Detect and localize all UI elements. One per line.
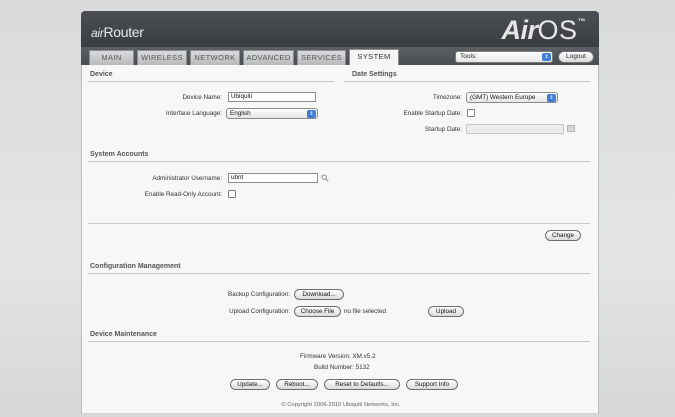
magnifier-icon[interactable] <box>321 174 329 182</box>
device-name-label: Device Name: <box>182 94 222 101</box>
support-info-button[interactable]: Support Info <box>406 379 458 390</box>
main-content: Device Date Settings Device Name: Ubiqui… <box>81 65 599 413</box>
reboot-button[interactable]: Reboot... <box>276 379 318 390</box>
copyright-footer: © Copyright 2006-2010 Ubiquiti Networks,… <box>281 402 401 408</box>
firmware-version-text: Firmware Version: XM.v5.2 <box>300 353 376 360</box>
brand-name: airRouter <box>91 24 144 40</box>
startup-date-label: Startup Date: <box>424 126 462 133</box>
enable-readonly-label: Enable Read-Only Account: <box>144 191 222 198</box>
update-button[interactable]: Update... <box>230 379 270 390</box>
tab-main[interactable]: MAIN <box>89 50 134 65</box>
upload-button[interactable]: Upload <box>428 306 464 317</box>
divider <box>88 223 590 224</box>
config-management-section-title: Configuration Management <box>90 263 181 270</box>
device-maintenance-section-title: Device Maintenance <box>90 331 157 338</box>
enable-startup-date-checkbox[interactable] <box>467 109 475 117</box>
logout-button[interactable]: Logout <box>558 51 594 63</box>
brand-air: air <box>91 26 104 40</box>
chevron-updown-icon: ⇕ <box>307 110 316 118</box>
choose-file-button[interactable]: Choose File <box>294 306 341 317</box>
tab-advanced[interactable]: ADVANCED <box>243 50 294 65</box>
logo-air: Air <box>501 15 538 45</box>
tab-wireless[interactable]: WIRELESS <box>137 50 187 65</box>
divider <box>344 81 590 82</box>
timezone-label: Timezone: <box>432 94 462 101</box>
no-file-selected-text: no file selected <box>344 308 387 315</box>
logo-trademark: ™ <box>577 17 586 26</box>
chevron-updown-icon: ⇕ <box>542 53 551 61</box>
interface-language-label: Interface Language: <box>165 110 222 117</box>
admin-username-input[interactable]: ubnt <box>228 173 318 183</box>
download-button[interactable]: Download... <box>294 289 344 300</box>
divider <box>88 81 334 82</box>
timezone-select[interactable]: (GMT) Western Europe ⇕ <box>466 92 558 103</box>
tab-system[interactable]: SYSTEM <box>349 49 399 65</box>
device-name-input[interactable]: Ubiquiti <box>228 92 316 102</box>
tab-network[interactable]: NETWORK <box>190 50 240 65</box>
app-window: airRouter AirOS™ MAIN WIRELESS NETWORK A… <box>81 11 599 413</box>
airos-logo: AirOS™ <box>501 15 585 46</box>
device-section-title: Device <box>90 71 113 78</box>
divider <box>88 161 590 162</box>
tools-select[interactable]: Tools: ⇕ <box>455 51 553 63</box>
brand-router: Router <box>103 24 144 40</box>
enable-startup-date-label: Enable Startup Date: <box>403 110 462 117</box>
build-number-text: Build Number: 5132 <box>314 364 370 371</box>
reset-to-defaults-button[interactable]: Reset to Defaults... <box>324 379 400 390</box>
admin-username-label: Administrator Username: <box>152 175 222 182</box>
upload-config-label: Upload Configuration: <box>229 308 290 315</box>
logo-os: OS <box>537 15 578 45</box>
tab-services[interactable]: SERVICES <box>297 50 346 65</box>
startup-date-input[interactable] <box>466 124 564 134</box>
divider <box>88 273 590 274</box>
backup-config-label: Backup Configuration: <box>228 291 290 298</box>
date-settings-section-title: Date Settings <box>352 71 397 78</box>
tools-label: Tools: <box>460 53 477 60</box>
top-bar: airRouter AirOS™ <box>81 11 599 47</box>
timezone-value: (GMT) Western Europe <box>470 94 536 101</box>
change-button[interactable]: Change <box>545 230 581 241</box>
interface-language-value: English <box>230 110 251 117</box>
interface-language-select[interactable]: English ⇕ <box>226 108 318 119</box>
divider <box>88 341 590 342</box>
system-accounts-section-title: System Accounts <box>90 151 149 158</box>
chevron-updown-icon: ⇕ <box>547 94 556 102</box>
enable-readonly-checkbox[interactable] <box>228 190 236 198</box>
calendar-icon[interactable] <box>567 125 575 132</box>
